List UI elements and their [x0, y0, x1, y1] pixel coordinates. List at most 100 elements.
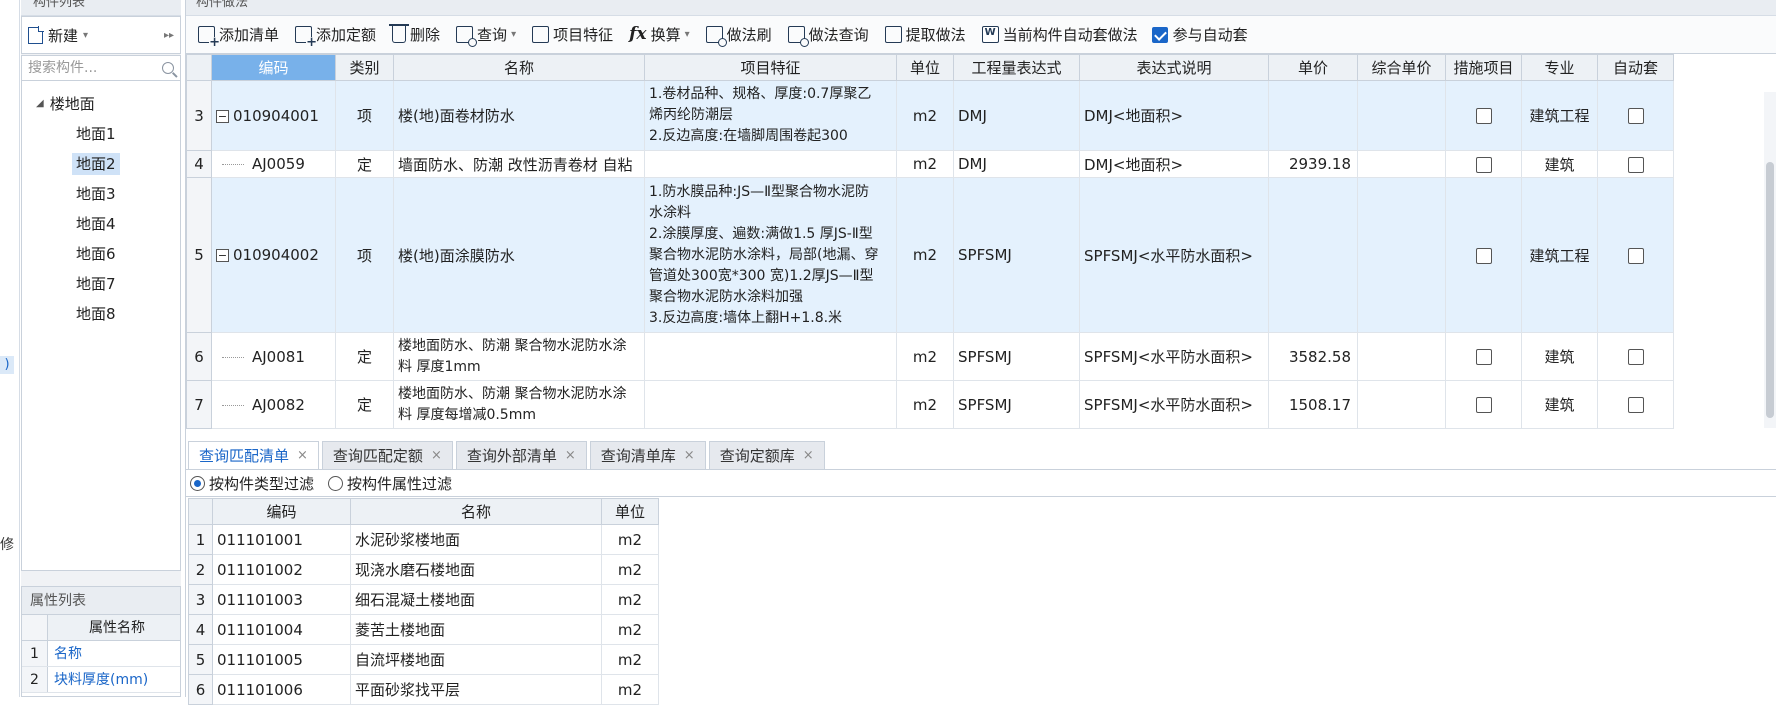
type-column-header[interactable]: 类别 [335, 54, 394, 81]
tab-match-quota[interactable]: 查询匹配定额 × [321, 441, 453, 470]
table-row[interactable]: 6 AJ0081 定 楼地面防水、防潮 聚合物水泥防水涂 料 厚度1mm m2 … [186, 332, 1674, 381]
filter-by-attr-option[interactable]: 按构件属性过滤 [328, 473, 452, 494]
item-feature-button[interactable]: 项目特征 [524, 24, 621, 45]
close-icon[interactable]: × [297, 442, 308, 470]
vertical-scrollbar[interactable] [1764, 92, 1776, 428]
total-price-cell[interactable] [1357, 380, 1446, 429]
tab-external-list[interactable]: 查询外部清单 × [455, 441, 587, 469]
total-price-cell[interactable] [1357, 80, 1446, 151]
type-cell[interactable]: 项 [335, 80, 394, 151]
table-row[interactable]: 1 011101001 水泥砂浆楼地面 m2 [188, 524, 659, 555]
collapse-icon[interactable]: − [216, 249, 229, 262]
feature-cell[interactable] [644, 150, 897, 178]
match-unit-cell[interactable]: m2 [601, 584, 659, 615]
unit-column-header[interactable]: 单位 [896, 54, 954, 81]
auto-checkbox[interactable] [1627, 349, 1644, 365]
measure-column-header[interactable]: 措施项目 [1445, 54, 1522, 81]
match-name-cell[interactable]: 菱苦土楼地面 [350, 614, 602, 645]
tab-quota-library[interactable]: 查询定额库 × [708, 441, 825, 470]
name-cell[interactable]: 楼(地)面涂膜防水 [393, 177, 645, 333]
name-cell[interactable]: 楼(地)面卷材防水 [393, 80, 645, 151]
major-cell[interactable]: 建筑 [1521, 150, 1598, 178]
auto-checkbox[interactable] [1627, 108, 1644, 124]
code-cell[interactable]: AJ0081 [211, 332, 336, 381]
method-brush-button[interactable]: 做法刷 [698, 24, 780, 47]
code-column-header[interactable]: 编码 [211, 54, 336, 81]
match-code-cell[interactable]: 011101004 [212, 614, 351, 645]
table-row[interactable]: 4 AJ0059 定 墙面防水、防潮 改性沥青卷材 自粘 m2 DMJ DMJ<… [186, 150, 1674, 178]
close-icon[interactable]: × [684, 442, 695, 470]
match-unit-cell[interactable]: m2 [601, 644, 659, 675]
auto-apply-toggle[interactable]: 参与自动套 [1146, 24, 1254, 45]
match-code-header[interactable]: 编码 [212, 498, 351, 525]
tab-match-list[interactable]: 查询匹配清单 × [188, 441, 319, 469]
convert-button[interactable]: fx 换算 ▾ [621, 24, 698, 45]
table-row[interactable]: 4 011101004 菱苦土楼地面 m2 [188, 614, 659, 645]
price-column-header[interactable]: 单价 [1268, 54, 1358, 81]
chevron-down-icon[interactable]: ▾ [685, 29, 690, 40]
tree-root-floor[interactable]: ◢ 楼地面 [22, 89, 180, 119]
match-name-cell[interactable]: 水泥砂浆楼地面 [350, 524, 602, 555]
chevron-down-icon[interactable]: ▾ [511, 29, 516, 40]
expr-desc-column-header[interactable]: 表达式说明 [1079, 54, 1269, 81]
name-cell[interactable]: 楼地面防水、防潮 聚合物水泥防水涂 料 厚度1mm [393, 332, 645, 381]
triangle-down-icon[interactable]: ◢ [36, 89, 44, 119]
match-unit-header[interactable]: 单位 [601, 498, 659, 525]
table-row[interactable]: 6 011101006 平面砂浆找平层 m2 [188, 674, 659, 705]
unit-cell[interactable]: m2 [896, 177, 954, 333]
total-price-column-header[interactable]: 综合单价 [1357, 54, 1446, 81]
code-cell[interactable]: AJ0059 [211, 150, 336, 178]
major-cell[interactable]: 建筑 [1521, 380, 1598, 429]
add-list-button[interactable]: 添加清单 [190, 24, 287, 49]
expr-desc-cell[interactable]: SPFSMJ<水平防水面积> [1079, 332, 1269, 381]
match-name-header[interactable]: 名称 [350, 498, 602, 525]
filter-by-type-radio[interactable] [190, 476, 205, 491]
measure-checkbox[interactable] [1475, 156, 1492, 173]
price-cell[interactable] [1268, 177, 1358, 333]
type-cell[interactable]: 项 [335, 177, 394, 333]
feature-cell[interactable] [644, 380, 897, 429]
tree-item-floor-selected[interactable]: 地面2 [22, 149, 180, 179]
new-component-button[interactable]: 新建 ▾ [28, 25, 88, 46]
unit-cell[interactable]: m2 [896, 150, 954, 178]
name-cell[interactable]: 墙面防水、防潮 改性沥青卷材 自粘 [393, 150, 645, 178]
expr-desc-cell[interactable]: DMJ<地面积> [1079, 80, 1269, 151]
major-cell[interactable]: 建筑工程 [1521, 80, 1598, 151]
match-code-cell[interactable]: 011101006 [212, 674, 351, 705]
close-icon[interactable]: × [803, 442, 814, 470]
feature-cell[interactable]: 1.防水膜品种:JS—Ⅱ型聚合物水泥防 水涂料 2.涂膜厚度、遍数:满做1.5 … [644, 177, 897, 333]
table-row[interactable]: 2 011101002 现浇水磨石楼地面 m2 [188, 554, 659, 585]
measure-checkbox[interactable] [1475, 108, 1492, 124]
feature-column-header[interactable]: 项目特征 [644, 54, 897, 81]
expr-cell[interactable]: DMJ [953, 150, 1080, 178]
price-cell[interactable]: 3582.58 [1268, 332, 1358, 381]
match-name-cell[interactable]: 现浇水磨石楼地面 [350, 554, 602, 585]
auto-checkbox[interactable] [1627, 247, 1644, 264]
major-column-header[interactable]: 专业 [1521, 54, 1598, 81]
method-query-button[interactable]: 做法查询 [780, 24, 877, 47]
match-unit-cell[interactable]: m2 [601, 614, 659, 645]
chevron-down-icon[interactable]: ▾ [83, 30, 88, 41]
price-cell[interactable]: 2939.18 [1268, 150, 1358, 178]
match-unit-cell[interactable]: m2 [601, 554, 659, 585]
name-column-header[interactable]: 名称 [393, 54, 645, 81]
tree-item-floor[interactable]: 地面3 [22, 179, 180, 209]
component-search-input[interactable] [28, 60, 148, 76]
expr-cell[interactable]: SPFSMJ [953, 332, 1080, 381]
property-row[interactable]: 1 名称 [22, 641, 180, 667]
property-row[interactable]: 2 块料厚度(mm) [22, 667, 180, 693]
unit-cell[interactable]: m2 [896, 332, 954, 381]
search-icon[interactable] [162, 62, 174, 74]
close-icon[interactable]: × [431, 442, 442, 470]
match-unit-cell[interactable]: m2 [601, 524, 659, 555]
match-code-cell[interactable]: 011101003 [212, 584, 351, 615]
tree-item-floor[interactable]: 地面6 [22, 239, 180, 269]
table-row[interactable]: 3 011101003 细石混凝土楼地面 m2 [188, 584, 659, 615]
name-cell[interactable]: 楼地面防水、防潮 聚合物水泥防水涂 料 厚度每增减0.5mm [393, 380, 645, 429]
total-price-cell[interactable] [1357, 332, 1446, 381]
filter-by-attr-radio[interactable] [328, 476, 344, 491]
scrollbar-thumb[interactable] [1766, 162, 1774, 418]
unit-cell[interactable]: m2 [896, 380, 954, 429]
code-cell[interactable]: −010904002 [211, 177, 336, 333]
expr-desc-cell[interactable]: SPFSMJ<水平防水面积> [1079, 380, 1269, 429]
